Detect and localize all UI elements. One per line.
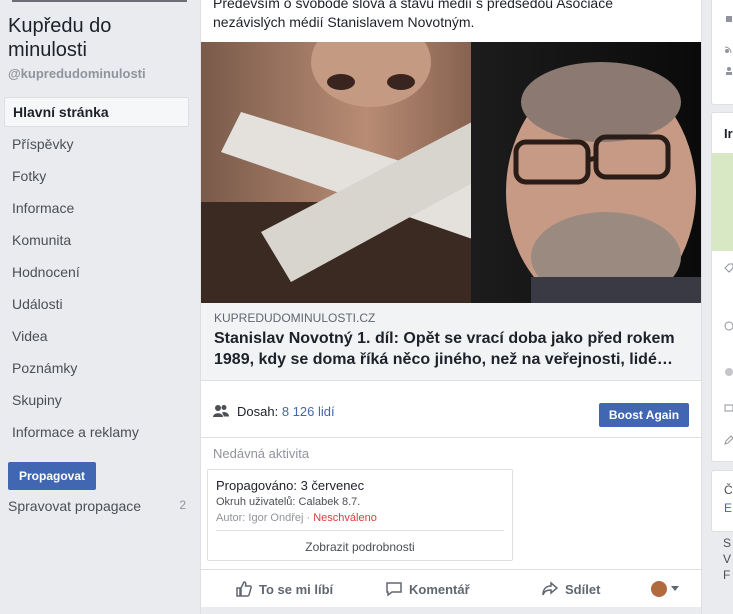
like-button[interactable]: To se mi líbí bbox=[235, 580, 333, 598]
chevron-down-icon[interactable] bbox=[671, 586, 679, 591]
boost-again-button[interactable]: Boost Again bbox=[599, 403, 689, 427]
promotion-author: Autor: Igor Ondřej bbox=[216, 512, 304, 524]
link-preview-image[interactable] bbox=[201, 42, 701, 303]
messenger-icon bbox=[724, 321, 733, 331]
share-button[interactable]: Sdílet bbox=[541, 580, 600, 598]
like-label: To se mi líbí bbox=[259, 582, 334, 597]
share-label: Sdílet bbox=[565, 582, 601, 597]
nav-item-photos[interactable]: Fotky bbox=[4, 161, 189, 191]
reach-label: Dosah: 8 126 lidí bbox=[237, 404, 335, 419]
promotion-author-line: Autor: Igor Ondřej · Neschváleno bbox=[216, 512, 377, 524]
promotion-audience: Okruh uživatelů: Calabek 8.7. bbox=[216, 496, 361, 508]
right-column: Ir Č E S V F bbox=[711, 0, 733, 614]
pencil-icon bbox=[724, 435, 733, 445]
view-details-link[interactable]: Zobrazit podrobnosti bbox=[208, 540, 512, 554]
divider bbox=[216, 530, 504, 531]
posting-as-avatar[interactable] bbox=[651, 581, 667, 597]
nav-item-home[interactable]: Hlavní stránka bbox=[4, 97, 189, 127]
feed-gap bbox=[201, 607, 701, 614]
nav-item-community[interactable]: Komunita bbox=[4, 225, 189, 255]
post-card: Především o svobodě slova a stavu médií … bbox=[200, 0, 702, 614]
language-text: Č bbox=[724, 483, 733, 497]
nav-item-groups[interactable]: Skupiny bbox=[4, 385, 189, 415]
mail-icon bbox=[724, 404, 733, 412]
right-card-header: Ir bbox=[724, 126, 733, 141]
page-nav: Hlavní stránka Příspěvky Fotky Informace… bbox=[4, 97, 189, 449]
thumbs-up-icon bbox=[236, 581, 252, 597]
footer-text-2: V bbox=[723, 552, 732, 566]
comment-icon bbox=[386, 582, 402, 597]
link-title[interactable]: Stanislav Novotný 1. díl: Opět se vrací … bbox=[214, 328, 689, 370]
manage-promotions-label: Spravovat propagace bbox=[8, 498, 142, 514]
reach-label-text: Dosah: bbox=[237, 404, 279, 419]
promotion-title: Propagováno: 3 červenec bbox=[216, 478, 365, 493]
share-icon bbox=[542, 581, 559, 596]
page-name[interactable]: Kupředu do minulosti bbox=[8, 14, 193, 62]
recent-activity-label: Nedávná aktivita bbox=[213, 446, 310, 461]
nav-item-videos[interactable]: Videa bbox=[4, 321, 189, 351]
right-card-language: Č E bbox=[711, 470, 733, 532]
post-actions: To se mi líbí Komentář Sdílet bbox=[201, 569, 701, 608]
nav-item-reviews[interactable]: Hodnocení bbox=[4, 257, 189, 287]
right-card-top bbox=[711, 0, 733, 105]
link-domain: KUPREDUDOMINULOSTI.CZ bbox=[214, 311, 376, 325]
nav-item-about[interactable]: Informace bbox=[4, 193, 189, 223]
comment-label: Komentář bbox=[409, 582, 470, 597]
page-handle[interactable]: @kupredudominulosti bbox=[8, 66, 146, 81]
people-icon bbox=[726, 67, 732, 75]
rss-icon bbox=[724, 46, 732, 54]
nav-item-posts[interactable]: Příspěvky bbox=[4, 129, 189, 159]
promote-button[interactable]: Propagovat bbox=[8, 462, 96, 490]
link-preview-meta[interactable]: KUPREDUDOMINULOSTI.CZ Stanislav Novotný … bbox=[201, 303, 701, 381]
post-text: Především o svobodě slova a stavu médií … bbox=[213, 0, 613, 30]
manage-promotions-link[interactable]: Spravovat propagace 2 bbox=[8, 498, 186, 514]
map-thumbnail[interactable] bbox=[712, 153, 733, 251]
right-card-info: Ir bbox=[711, 112, 733, 462]
nav-item-notes[interactable]: Poznámky bbox=[4, 353, 189, 383]
people-icon bbox=[213, 404, 229, 423]
manage-promotions-count: 2 bbox=[179, 498, 186, 512]
promotion-status: Neschváleno bbox=[313, 512, 377, 524]
left-sidebar: Kupředu do minulosti @kupredudominulosti… bbox=[0, 0, 200, 614]
link-preview-photo bbox=[201, 42, 701, 303]
promotion-activity-card: Propagováno: 3 červenec Okruh uživatelů:… bbox=[207, 469, 513, 561]
globe-icon bbox=[725, 368, 733, 376]
tag-icon bbox=[724, 263, 733, 273]
promotion-separator: · bbox=[306, 512, 311, 524]
reach-row: Dosah: 8 126 lidí Boost Again bbox=[201, 392, 701, 438]
comment-button[interactable]: Komentář bbox=[385, 580, 470, 598]
nav-item-events[interactable]: Události bbox=[4, 289, 189, 319]
nav-item-info-ads[interactable]: Informace a reklamy bbox=[4, 417, 189, 447]
language-link[interactable]: E bbox=[724, 501, 732, 515]
reach-value[interactable]: 8 126 lidí bbox=[282, 404, 335, 419]
cover-photo-edge bbox=[12, 0, 187, 2]
footer-text-3: F bbox=[723, 568, 731, 582]
bell-icon bbox=[726, 16, 732, 22]
footer-text-1: S bbox=[723, 536, 732, 550]
